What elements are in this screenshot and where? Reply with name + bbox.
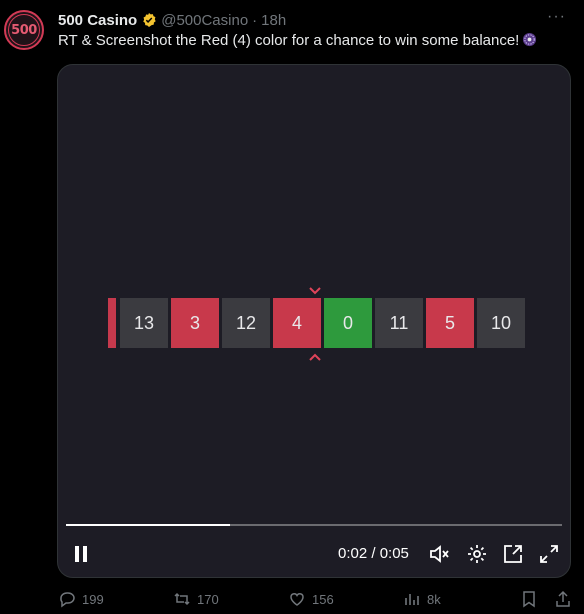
avatar[interactable]: 500 [4,10,44,50]
settings-button[interactable] [466,543,488,565]
share-button[interactable] [554,590,572,608]
bookmark-icon [523,591,535,608]
heart-icon [290,593,304,606]
avatar-logo: 500 [8,14,40,46]
retweet-count: 170 [197,591,219,607]
roulette-cell-4: 4 [273,298,321,348]
pause-button[interactable] [70,543,92,565]
author-name[interactable]: 500 Casino [58,12,137,29]
roulette-strip: 13 3 12 4 0 11 5 10 [108,298,528,348]
progress-bar[interactable] [66,524,562,526]
roulette-wheel-emoji-icon [522,32,537,47]
mute-button[interactable] [428,543,450,565]
picture-in-picture-button[interactable] [502,543,524,565]
roulette-cell-13: 13 [120,298,168,348]
muted-speaker-icon [430,545,449,563]
bar-chart-icon [405,594,419,605]
like-count: 156 [312,591,334,607]
progress-fill [66,524,230,526]
fullscreen-button[interactable] [538,543,560,565]
separator: · [252,11,258,29]
tweet-body: RT & Screenshot the Red (4) color for a … [58,32,520,49]
share-icon [556,590,570,607]
reply-count: 199 [82,591,104,607]
pointer-down-icon [309,284,321,298]
retweet-button[interactable]: 170 [173,590,219,608]
pause-icon [75,546,87,562]
roulette-edge-cell [108,298,116,348]
more-options-icon[interactable]: ··· [547,8,566,26]
roulette-cell-11: 11 [375,298,423,348]
roulette-cell-10: 10 [477,298,525,348]
expand-icon [540,545,558,563]
bookmark-button[interactable] [520,590,538,608]
video-controls: 0:02 / 0:05 [58,535,570,575]
view-count: 8k [427,591,441,607]
video-player[interactable]: 13 3 12 4 0 11 5 10 0:02 / 0:05 [57,64,571,578]
roulette-cell-0: 0 [324,298,372,348]
timestamp[interactable]: 18h [261,12,286,29]
timecode: 0:02 / 0:05 [338,545,409,562]
gear-icon [468,545,486,563]
author-handle[interactable]: @500Casino [161,12,248,29]
tweet-header: 500 Casino @500Casino · 18h [58,11,286,29]
roulette-cell-3: 3 [171,298,219,348]
roulette-cell-5: 5 [426,298,474,348]
tweet-text: RT & Screenshot the Red (4) color for a … [58,32,537,49]
reply-button[interactable]: 199 [58,590,104,608]
reply-icon [60,592,75,608]
roulette-cell-12: 12 [222,298,270,348]
retweet-icon [174,592,190,606]
like-button[interactable]: 156 [288,590,334,608]
pip-icon [504,545,522,563]
tweet-actions: 199 170 156 8k [58,590,578,610]
pointer-up-icon [309,350,321,364]
views-button[interactable]: 8k [403,590,441,608]
verified-badge-icon[interactable] [141,12,157,28]
